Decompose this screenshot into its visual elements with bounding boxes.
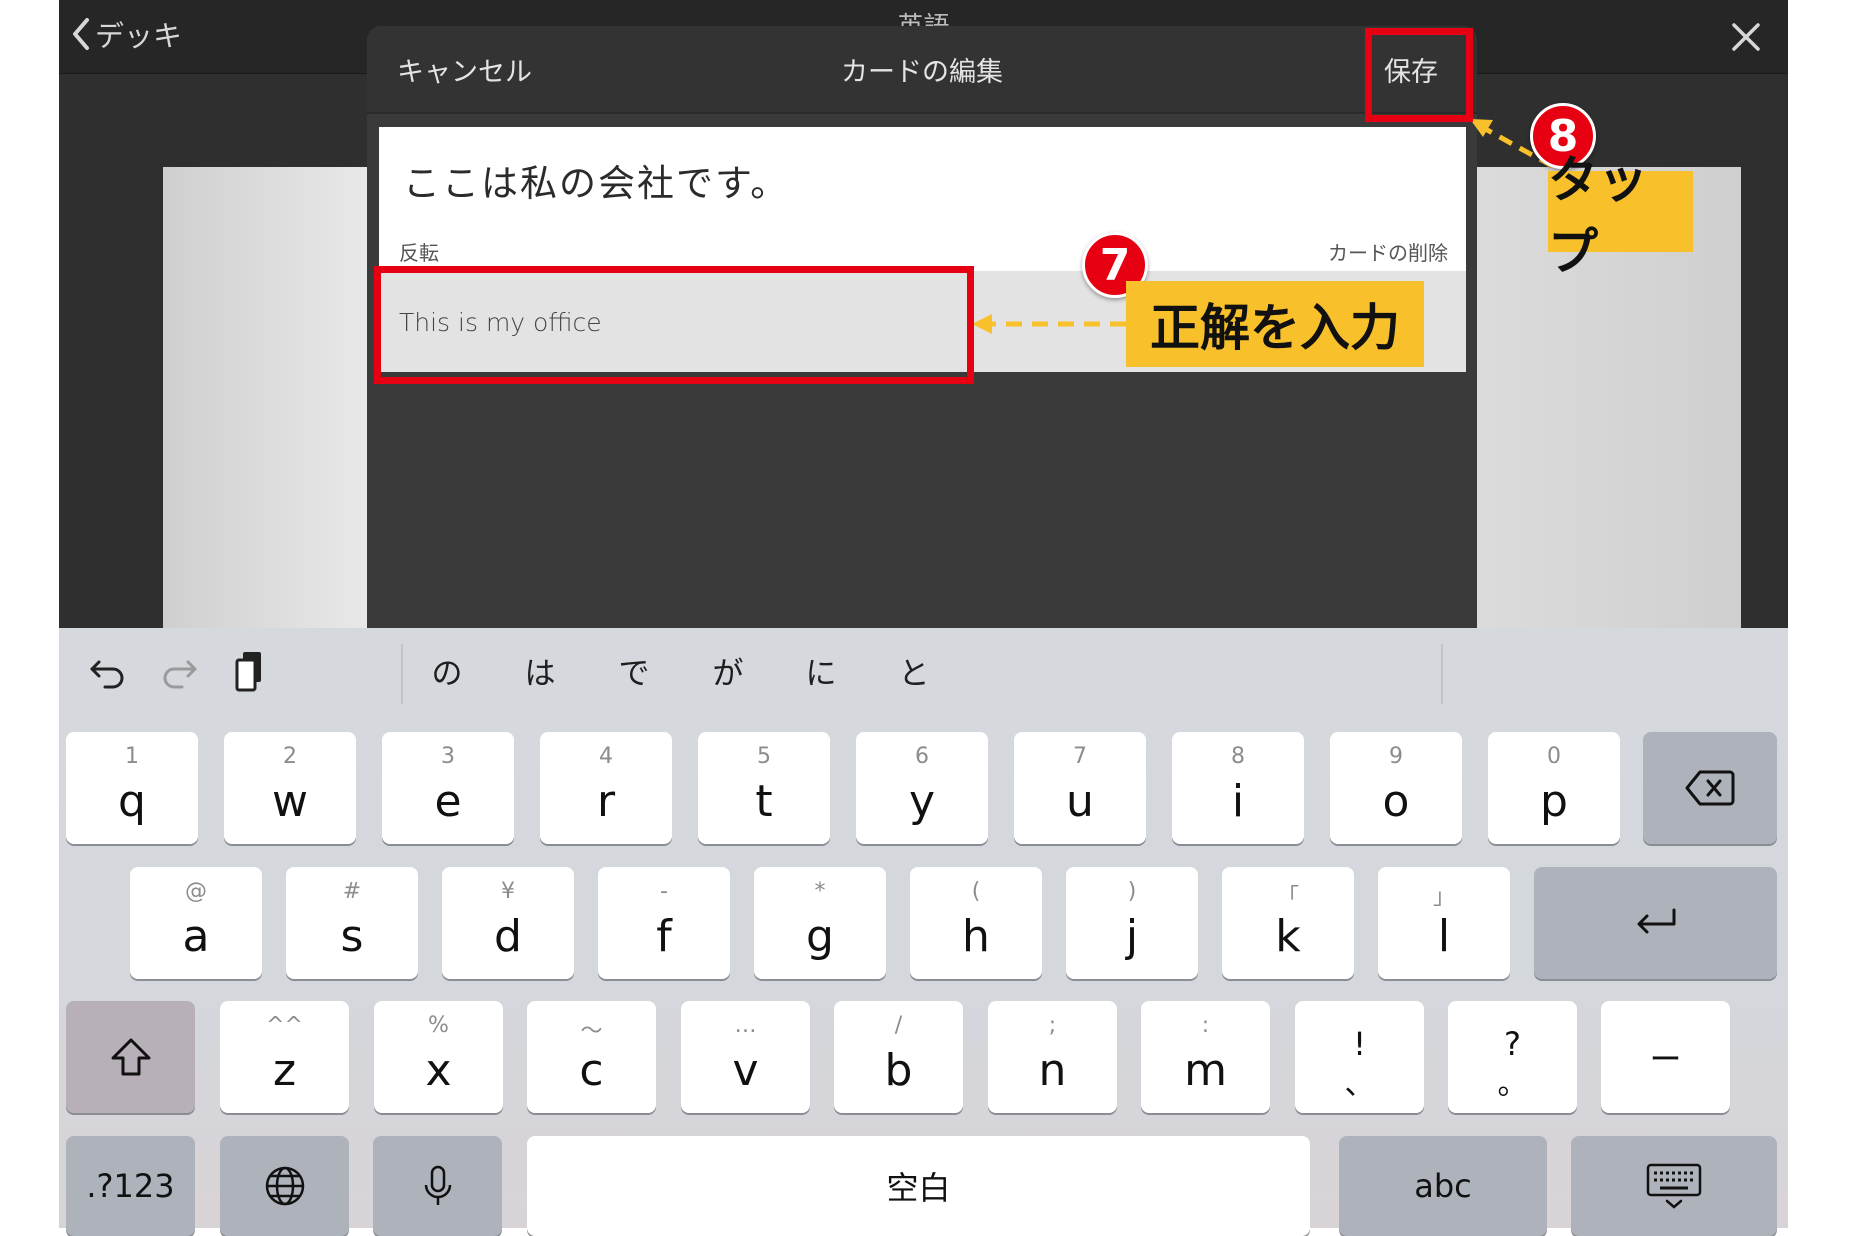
- candidate-word[interactable]: で: [599, 648, 669, 693]
- flip-button[interactable]: 反転: [399, 237, 439, 266]
- return-icon: [1637, 908, 1675, 934]
- key-a[interactable]: @ a: [130, 867, 262, 979]
- key-q[interactable]: 1q: [66, 732, 198, 844]
- key-f[interactable]: -f: [598, 867, 730, 979]
- key-b[interactable]: / b: [834, 1001, 963, 1113]
- key-d[interactable]: ¥ d: [442, 867, 574, 979]
- key-l[interactable]: 」 l: [1378, 867, 1510, 979]
- toolbar-divider: [1441, 644, 1443, 704]
- key-c[interactable]: 〜 c: [527, 1001, 656, 1113]
- key-z[interactable]: ^^ z: [220, 1001, 349, 1113]
- modal-title: カードの編集: [841, 57, 1003, 88]
- step-7-callout: 正解を入力: [1126, 281, 1424, 367]
- candidate-word[interactable]: と: [879, 648, 949, 693]
- key-p[interactable]: 0p: [1488, 732, 1620, 844]
- modal-header: キャンセル カードの編集 保存: [367, 26, 1477, 114]
- key-e[interactable]: 3e: [382, 732, 514, 844]
- software-keyboard: の は で が に と 1q 2w 3e 4r 5t 6y 7u 8i 9o 0…: [59, 628, 1788, 1236]
- key-r[interactable]: 4r: [540, 732, 672, 844]
- key-n[interactable]: ; n: [988, 1001, 1117, 1113]
- globe-icon: [265, 1166, 304, 1206]
- space-key[interactable]: 空白: [527, 1136, 1310, 1236]
- key-i[interactable]: 8i: [1172, 732, 1304, 844]
- delete-key[interactable]: [1643, 732, 1777, 844]
- numbers-key[interactable]: .?123: [66, 1136, 195, 1236]
- key-o[interactable]: 9o: [1330, 732, 1462, 844]
- clipboard-icon: [235, 652, 261, 692]
- key-exclamation-comma[interactable]: !、: [1295, 1001, 1424, 1113]
- key-w[interactable]: 2w: [224, 732, 356, 844]
- key-v[interactable]: … v: [681, 1001, 810, 1113]
- keyboard-hide-icon: [1646, 1163, 1702, 1209]
- return-key[interactable]: [1534, 867, 1777, 979]
- key-k[interactable]: 「k: [1222, 867, 1354, 979]
- undo-button[interactable]: [85, 648, 131, 694]
- microphone-icon: [424, 1165, 451, 1205]
- redo-button[interactable]: [156, 648, 202, 694]
- candidate-word[interactable]: は: [505, 648, 575, 693]
- key-u[interactable]: 7u: [1014, 732, 1146, 844]
- redo-icon: [163, 660, 197, 689]
- key-j[interactable]: ) j: [1066, 867, 1198, 979]
- candidate-word[interactable]: が: [693, 648, 763, 693]
- close-icon: [1732, 23, 1760, 51]
- save-highlight: [1365, 28, 1473, 122]
- dictation-key[interactable]: [373, 1136, 502, 1236]
- candidate-word[interactable]: の: [412, 648, 482, 693]
- candidate-word[interactable]: に: [786, 648, 856, 693]
- key-y[interactable]: 6y: [856, 732, 988, 844]
- hide-keyboard-key[interactable]: [1571, 1136, 1777, 1236]
- backspace-icon: [1685, 770, 1735, 806]
- keyboard-toolbar: の は で が に と: [59, 628, 1788, 716]
- card-front-field[interactable]: ここは私の会社です。: [403, 153, 789, 207]
- key-long-dash[interactable]: ー: [1601, 1001, 1730, 1113]
- undo-icon: [90, 660, 124, 689]
- toolbar-divider: [401, 644, 403, 704]
- shift-icon: [111, 1038, 150, 1076]
- step-8-callout: タップ: [1548, 151, 1693, 281]
- key-x[interactable]: % x: [374, 1001, 503, 1113]
- shift-key[interactable]: [66, 1001, 195, 1113]
- key-m[interactable]: :m: [1141, 1001, 1270, 1113]
- abc-key[interactable]: abc: [1339, 1136, 1547, 1236]
- close-button[interactable]: [1725, 16, 1767, 58]
- key-s[interactable]: # s: [286, 867, 418, 979]
- input-highlight: [374, 266, 974, 384]
- key-g[interactable]: * g: [754, 867, 886, 979]
- globe-key[interactable]: [220, 1136, 349, 1236]
- key-h[interactable]: (h: [910, 867, 1042, 979]
- paste-button[interactable]: [227, 648, 273, 694]
- key-t[interactable]: 5t: [698, 732, 830, 844]
- key-question-period[interactable]: ?。: [1448, 1001, 1577, 1113]
